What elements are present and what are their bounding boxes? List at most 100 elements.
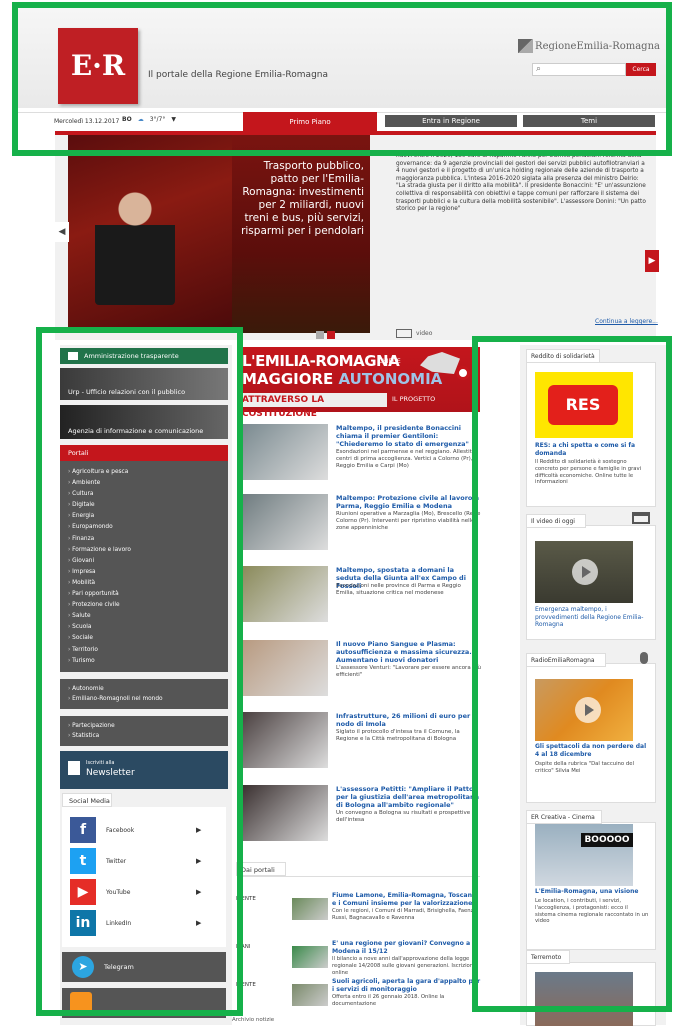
video-title[interactable]: Emergenza maltempo, i provvedimenti dell… bbox=[535, 606, 650, 629]
tab-primo-piano[interactable]: Primo Piano bbox=[243, 112, 377, 132]
portale-link[interactable]: Scuola bbox=[68, 622, 228, 633]
res-title[interactable]: RES: a chi spetta e come si fa domanda bbox=[535, 442, 650, 457]
agenzia-link[interactable]: Agenzia di informazione e comunicazione bbox=[60, 405, 228, 439]
news-thumbnail[interactable] bbox=[242, 566, 328, 622]
portale-link[interactable]: Sociale bbox=[68, 633, 228, 644]
news-thumbnail[interactable] bbox=[242, 424, 328, 480]
news-title[interactable]: Infrastrutture, 26 milioni di euro per i… bbox=[336, 712, 481, 728]
portal-desc: Il bilancio a nove anni dall'approvazion… bbox=[332, 956, 475, 976]
news-item: Maltempo, spostata a domani la seduta de… bbox=[240, 566, 480, 626]
twitter-icon: t bbox=[70, 848, 96, 874]
portal-news-item: BIENTE Suoli agricoli, aperta la gara d'a… bbox=[236, 978, 482, 1014]
social-link-linkedin[interactable]: in LinkedIn ▶ bbox=[70, 909, 220, 937]
box2-link[interactable]: Emiliano-Romagnoli nel mondo bbox=[68, 694, 228, 704]
portale-link[interactable]: Digitale bbox=[68, 500, 228, 511]
social-label: Facebook bbox=[106, 826, 135, 834]
portal-title[interactable]: E' una regione per giovani? Convegno a M… bbox=[332, 940, 482, 955]
portale-link[interactable]: Giovani bbox=[68, 556, 228, 567]
next-slide-button[interactable]: ▶ bbox=[645, 250, 659, 272]
portale-link[interactable]: Cultura bbox=[68, 489, 228, 500]
weather-widget[interactable]: BO ☁ 3°/7° ▼ bbox=[122, 116, 176, 123]
search-input[interactable] bbox=[532, 63, 626, 76]
linkedin-icon: in bbox=[70, 910, 96, 936]
portal-category[interactable]: BIENTE bbox=[236, 896, 276, 902]
news-title[interactable]: Maltempo: Protezione civile al lavoro a … bbox=[336, 494, 481, 510]
play-icon[interactable] bbox=[575, 697, 601, 723]
portale-link[interactable]: Energia bbox=[68, 511, 228, 522]
banner-progetto-link[interactable]: IL PROGETTO bbox=[392, 395, 435, 403]
news-item: L'assessora Petitti: "Ampliare il Patto … bbox=[240, 785, 480, 845]
portale-link[interactable]: Mobilità bbox=[68, 578, 228, 589]
box2-link[interactable]: Autonomie bbox=[68, 684, 228, 694]
prev-slide-button[interactable]: ◀ bbox=[55, 222, 69, 242]
social-link-facebook[interactable]: f Facebook ▶ bbox=[70, 816, 220, 844]
portale-link[interactable]: Turismo bbox=[68, 656, 228, 667]
box3-link[interactable]: Statistica bbox=[68, 731, 228, 741]
news-title[interactable]: Il nuovo Piano Sangue e Plasma: autosuff… bbox=[336, 640, 481, 664]
portal-desc: Con le regioni, i Comuni di Marradi, Bri… bbox=[332, 908, 479, 921]
radio-title[interactable]: Gli spettacoli da non perdere dal 4 al 1… bbox=[535, 743, 650, 758]
clapperboard-icon bbox=[632, 512, 650, 524]
cinema-desc: Le location, i contributi, i servizi, l'… bbox=[535, 898, 649, 925]
box3-link[interactable]: Partecipazione bbox=[68, 721, 228, 731]
news-thumbnail[interactable] bbox=[242, 640, 328, 696]
amministrazione-trasparente-link[interactable]: Amministrazione trasparente bbox=[60, 348, 228, 364]
banner-chiede: CHIEDE bbox=[378, 358, 401, 365]
continue-reading-link[interactable]: Continua a leggere... bbox=[595, 318, 658, 325]
tab-entra-in-regione[interactable]: Entra in Regione bbox=[385, 115, 517, 127]
portale-link[interactable]: Impresa bbox=[68, 567, 228, 578]
portale-link[interactable]: Europamondo bbox=[68, 522, 228, 533]
telegram-link[interactable]: ➤ Telegram bbox=[62, 952, 226, 982]
banner-line3: ATTRAVERSO LA COSTITUZIONE bbox=[242, 393, 387, 419]
hero-title[interactable]: Trasporto pubblico, patto per l'Emilia-R… bbox=[238, 160, 364, 238]
portal-thumbnail[interactable] bbox=[292, 984, 328, 1006]
cinema-title[interactable]: L'Emilia-Romagna, una visione bbox=[535, 888, 650, 896]
regione-logo-text: RegioneEmilia-Romagna bbox=[535, 40, 660, 52]
portal-title[interactable]: Fiume Lamone, Emilia-Romagna, Toscana e … bbox=[332, 892, 482, 907]
portale-link[interactable]: Pari opportunità bbox=[68, 589, 228, 600]
portal-category[interactable]: BIENTE bbox=[236, 982, 276, 988]
portale-link[interactable]: Agricoltura e pesca bbox=[68, 467, 228, 478]
portale-link[interactable]: Formazione e lavoro bbox=[68, 545, 228, 556]
portali-heading: Portali bbox=[60, 445, 228, 461]
portale-link[interactable]: Salute bbox=[68, 611, 228, 622]
news-desc: L'assessore Venturi: "Lavorare per esser… bbox=[336, 665, 481, 678]
portal-thumbnail[interactable] bbox=[292, 946, 328, 968]
news-thumbnail[interactable] bbox=[242, 785, 328, 841]
terremoto-heading: Terremoto bbox=[526, 950, 570, 964]
portal-title[interactable]: Suoli agricoli, aperta la gara d'appalto… bbox=[332, 978, 482, 993]
portale-link[interactable]: Territorio bbox=[68, 645, 228, 656]
facebook-icon: f bbox=[70, 817, 96, 843]
social-label: LinkedIn bbox=[106, 919, 132, 927]
portale-link[interactable]: Ambiente bbox=[68, 478, 228, 489]
banner-autonomia: AUTONOMIA bbox=[338, 370, 443, 388]
weather-icon: ☁ bbox=[137, 116, 144, 123]
slide-dot-active[interactable] bbox=[327, 331, 335, 339]
banner-maggiore: MAGGIORE bbox=[242, 370, 334, 388]
portale-link[interactable]: Finanza bbox=[68, 534, 228, 545]
play-icon[interactable] bbox=[572, 559, 598, 585]
social-link-twitter[interactable]: t Twitter ▶ bbox=[70, 847, 220, 875]
portale-link[interactable]: Protezione civile bbox=[68, 600, 228, 611]
terremoto-thumbnail[interactable] bbox=[535, 972, 633, 1026]
news-title[interactable]: L'assessora Petitti: "Ampliare il Patto … bbox=[336, 785, 481, 809]
regione-logo[interactable]: RegioneEmilia-Romagna bbox=[518, 37, 660, 55]
news-thumbnail[interactable] bbox=[242, 712, 328, 768]
news-thumbnail[interactable] bbox=[242, 494, 328, 550]
social-link-youtube[interactable]: ▶ YouTube ▶ bbox=[70, 878, 220, 906]
news-item: Maltempo, il presidente Bonaccini chiama… bbox=[240, 424, 480, 484]
telegram-icon: ➤ bbox=[72, 956, 94, 978]
search-button[interactable]: Cerca bbox=[626, 63, 656, 76]
tab-temi[interactable]: Temi bbox=[523, 115, 655, 127]
slide-dot[interactable] bbox=[316, 331, 324, 339]
chevron-down-icon[interactable]: ▼ bbox=[171, 116, 176, 123]
news-title[interactable]: Maltempo, il presidente Bonaccini chiama… bbox=[336, 424, 481, 448]
archive-link[interactable]: Archivio notizie bbox=[232, 1017, 274, 1023]
partecipazione-box: PartecipazioneStatistica bbox=[60, 716, 228, 746]
urp-link[interactable]: Urp - Ufficio relazioni con il pubblico bbox=[60, 368, 228, 400]
portal-thumbnail[interactable] bbox=[292, 898, 328, 920]
portal-category[interactable]: IVANI bbox=[236, 944, 276, 950]
search-icon: ⌕ bbox=[536, 64, 542, 74]
radio-heading: RadioEmiliaRomagna bbox=[526, 653, 606, 667]
er-logo[interactable]: E·R bbox=[58, 28, 138, 104]
